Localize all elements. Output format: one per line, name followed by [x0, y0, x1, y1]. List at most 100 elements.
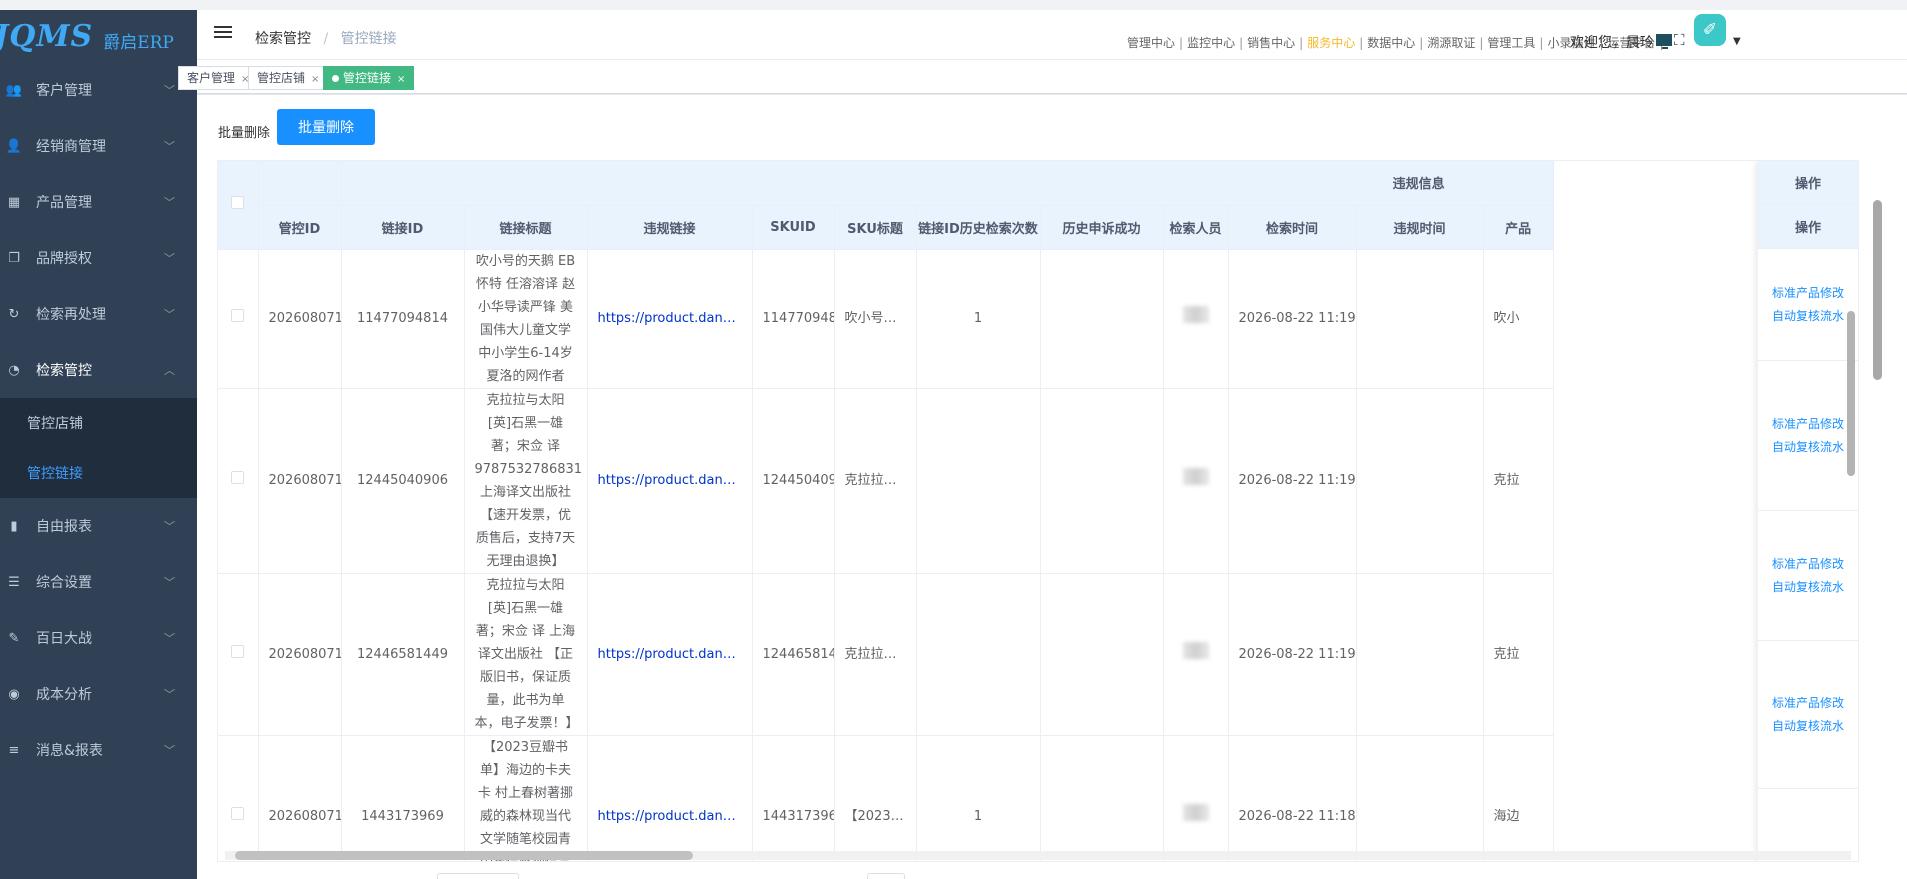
- product-text: 克拉: [1493, 646, 1520, 662]
- data-table: 违规信息 管控ID 链接ID 链接标题 违规链接 SKUID SKU标题 链接ID历史检索次数…: [217, 160, 1859, 862]
- op-cell: 标准产品修改 自动复核流水: [1758, 361, 1858, 511]
- standard-product-edit-link[interactable]: 标准产品修改: [1772, 692, 1844, 715]
- group-header-violation: 违规信息: [341, 161, 1554, 206]
- tag-label: 管控链接: [343, 71, 392, 85]
- fullscreen-icon[interactable]: ⛶: [1674, 32, 1690, 48]
- top-nav-link-1[interactable]: 监控中心: [1187, 36, 1235, 50]
- users-icon: 👥: [5, 82, 23, 98]
- chevron-up-icon: ︿: [164, 364, 175, 377]
- op-header-sub: 操作: [1758, 205, 1858, 249]
- cell-link-id: 1443173969: [341, 735, 465, 861]
- cell-link-title: 克拉拉与太阳 [英]石黑一雄 著；宋佥 译 9787532786831 上海译文…: [464, 388, 588, 574]
- cell-appeal-success: [1040, 735, 1164, 861]
- violation-link[interactable]: https://product.dangdang.com/12446581449…: [598, 643, 742, 666]
- batch-delete-label: 批量删除: [218, 126, 271, 141]
- sidebar-item-2[interactable]: ▦ 产品管理 ﹀: [0, 174, 197, 230]
- sidebar-menu: 👥 客户管理 ﹀ 👤 经销商管理 ﹀ ▦ 产品管理 ﹀ ❐ 品牌授权 ﹀ ↻ 检索再处理 ﹀ ◔ 检索管控 ︿ 管控…: [0, 62, 197, 778]
- column-header-0[interactable]: 管控ID: [258, 205, 342, 250]
- chevron-down-icon: ﹀: [164, 688, 175, 701]
- sidebar-item-5[interactable]: ◔ 检索管控 ︿: [0, 342, 197, 398]
- table-row[interactable]: 2026080719771443173969【2023豆瓣书单】海边的卡夫卡 村…: [218, 735, 1554, 861]
- sidebar-subitem-1[interactable]: 管控链接: [0, 448, 197, 498]
- column-header-1[interactable]: 链接ID: [341, 205, 465, 250]
- sidebar-item-label: 消息&报表: [36, 743, 103, 759]
- standard-product-edit-link[interactable]: 标准产品修改: [1772, 282, 1844, 305]
- column-header-4[interactable]: SKUID: [752, 205, 835, 250]
- cell-control-id: 202608071977: [258, 735, 342, 861]
- top-nav-link-2[interactable]: 销售中心: [1247, 36, 1295, 50]
- sidebar-item-9[interactable]: ◉ 成本分析 ﹀: [0, 666, 197, 722]
- table-scrollbar-thumb[interactable]: [1847, 311, 1855, 476]
- auto-review-flow-link[interactable]: 自动复核流水: [1772, 715, 1844, 738]
- auto-review-flow-link[interactable]: 自动复核流水: [1772, 305, 1844, 328]
- standard-product-edit-link[interactable]: 标准产品修改: [1772, 413, 1844, 436]
- column-header-11[interactable]: 产品: [1483, 205, 1554, 250]
- monitor-icon[interactable]: [1656, 34, 1672, 49]
- cell-skuid: 1443173969: [752, 735, 835, 861]
- redacted-name: [1182, 468, 1209, 485]
- page-scrollbar-thumb[interactable]: [1873, 200, 1882, 380]
- horizontal-scrollbar[interactable]: [217, 847, 1859, 861]
- cell-appeal-success: [1040, 249, 1164, 389]
- top-nav-separator: |: [1359, 36, 1364, 50]
- sidebar-item-6[interactable]: ▮ 自由报表 ﹀: [0, 498, 197, 554]
- table-vertical-scrollbar[interactable]: [1845, 303, 1855, 799]
- violation-link[interactable]: https://product.dangdang.com/1443173969.…: [598, 805, 742, 828]
- batch-delete-button[interactable]: 批量删除: [277, 109, 375, 145]
- sidebar-item-8[interactable]: ✎ 百日大战 ﹀: [0, 610, 197, 666]
- sidebar-item-4[interactable]: ↻ 检索再处理 ﹀: [0, 286, 197, 342]
- top-nav-link-4[interactable]: 数据中心: [1367, 36, 1415, 50]
- column-header-7[interactable]: 历史申诉成功: [1040, 205, 1164, 250]
- tag-2[interactable]: 管控链接 ×: [323, 66, 415, 90]
- tag-0[interactable]: 客户管理 ×: [178, 66, 259, 90]
- violation-link[interactable]: https://product.dangdang.com/11477094814…: [598, 307, 742, 330]
- grid-icon: ▦: [7, 194, 21, 210]
- avatar[interactable]: ✐: [1694, 14, 1726, 46]
- column-header-2[interactable]: 链接标题: [464, 205, 588, 250]
- close-icon[interactable]: ×: [397, 74, 405, 85]
- caret-down-icon[interactable]: ▼: [1733, 36, 1741, 47]
- tag-1[interactable]: 管控店铺 ×: [248, 66, 329, 90]
- column-header-10[interactable]: 违规时间: [1356, 205, 1484, 250]
- top-nav-link-5[interactable]: 溯源取证: [1427, 36, 1475, 50]
- row-checkbox[interactable]: [231, 806, 245, 820]
- sidebar-item-10[interactable]: ≡ 消息&报表 ﹀: [0, 722, 197, 778]
- column-header-8[interactable]: 检索人员: [1163, 205, 1229, 250]
- cell-search-time: 2026-08-22 11:18:45: [1228, 735, 1357, 861]
- sidebar-item-7[interactable]: ☰ 综合设置 ﹀: [0, 554, 197, 610]
- top-nav-separator: |: [1239, 36, 1244, 50]
- row-checkbox[interactable]: [231, 471, 245, 484]
- sidebar-item-3[interactable]: ❐ 品牌授权 ﹀: [0, 230, 197, 286]
- select-all-checkbox[interactable]: [231, 196, 245, 210]
- sidebar-item-0[interactable]: 👥 客户管理 ﹀: [0, 62, 197, 118]
- top-nav-separator: |: [1479, 36, 1484, 50]
- top-nav-link-0[interactable]: 管理中心: [1127, 36, 1175, 50]
- logo[interactable]: JQMS 爵启ERP: [0, 10, 197, 62]
- top-nav-link-6[interactable]: 管理工具: [1487, 36, 1535, 50]
- sku-title-text: 【2023豆瓣书单】: [844, 808, 906, 824]
- table-row[interactable]: 20260807198011477094814吹小号的天鹅 EB怀特 任溶溶译 …: [218, 249, 1554, 389]
- column-header-6[interactable]: 链接ID历史检索次数: [916, 205, 1041, 250]
- violation-link[interactable]: https://product.dangdang.com/12445040906…: [598, 469, 742, 492]
- column-header-5[interactable]: SKU标题: [834, 205, 917, 250]
- column-header-3[interactable]: 违规链接: [587, 205, 753, 250]
- top-nav-link-3[interactable]: 服务中心: [1307, 36, 1355, 50]
- table-row[interactable]: 20260807197912445040906克拉拉与太阳 [英]石黑一雄 著；…: [218, 388, 1554, 574]
- pagination-size-select[interactable]: [437, 873, 519, 879]
- row-checkbox[interactable]: [231, 644, 245, 658]
- page-vertical-scrollbar[interactable]: [1871, 200, 1883, 679]
- standard-product-edit-link[interactable]: 标准产品修改: [1772, 553, 1844, 576]
- row-checkbox[interactable]: [231, 309, 245, 322]
- hamburger-icon[interactable]: [214, 26, 232, 42]
- column-header-9[interactable]: 检索时间: [1228, 205, 1357, 250]
- breadcrumb-item-root[interactable]: 检索管控: [255, 31, 311, 47]
- chevron-down-icon: ﹀: [164, 576, 175, 589]
- auto-review-flow-link[interactable]: 自动复核流水: [1772, 576, 1844, 599]
- sidebar-subitem-0[interactable]: 管控店铺: [0, 398, 197, 448]
- scrollbar-thumb[interactable]: [235, 851, 693, 860]
- auto-review-flow-link[interactable]: 自动复核流水: [1772, 436, 1844, 459]
- table-row[interactable]: 20260807197812446581449克拉拉与太阳 [英]石黑一雄 著；…: [218, 573, 1554, 736]
- close-icon[interactable]: ×: [311, 74, 319, 85]
- pagination-jump-input[interactable]: [867, 873, 905, 879]
- sidebar-item-1[interactable]: 👤 经销商管理 ﹀: [0, 118, 197, 174]
